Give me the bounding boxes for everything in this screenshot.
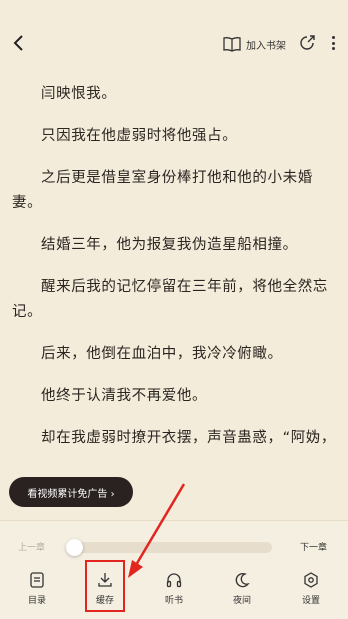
prev-chapter-button[interactable]: 上一章 — [18, 540, 45, 553]
watch-video-ad-free-button[interactable]: 看视频累计免广告 › — [9, 477, 133, 507]
next-chapter-button[interactable]: 下一章 — [300, 540, 327, 553]
headphones-icon — [166, 573, 182, 588]
paragraph: 后来，他倒在血泊中，我冷冷俯瞰。 — [41, 346, 283, 362]
nav-catalog-label: 目录 — [27, 596, 46, 606]
reader-control-panel: 上一章 下一章 目录 缓存 听书 夜间 设置 — [0, 520, 348, 619]
slider-thumb[interactable] — [66, 539, 83, 556]
top-bar: 加入书架 — [0, 0, 348, 64]
chapter-content: 闫映恨我。 只因我在他虚弱时将他强占。 之后更是借皇室身份棒打他和他的小未婚妻。… — [12, 82, 338, 468]
paragraph: 只因我在他虚弱时将他强占。 — [41, 128, 238, 144]
chapter-progress-slider[interactable] — [66, 542, 272, 553]
nav-night-label: 夜间 — [232, 596, 251, 606]
nav-listen[interactable]: 听书 — [149, 569, 199, 613]
add-to-bookshelf-label: 加入书架 — [246, 40, 286, 52]
chapter-progress-row: 上一章 下一章 — [0, 535, 348, 559]
nav-settings-label: 设置 — [301, 596, 320, 606]
catalog-icon — [30, 572, 44, 588]
nav-settings[interactable]: 设置 — [286, 569, 336, 613]
cache-highlight-box — [85, 560, 125, 612]
paragraph: 却在我虚弱时撩开衣摆，声音蛊惑，“阿妫， — [41, 430, 337, 446]
add-to-bookshelf-button[interactable]: 加入书架 — [222, 34, 286, 54]
settings-icon — [304, 572, 318, 588]
paragraph: 他终于认清我不再爱他。 — [41, 388, 208, 404]
paragraph: 闫映恨我。 — [41, 86, 117, 102]
moon-icon — [235, 572, 250, 588]
paragraph: 之后更是借皇室身份棒打他和他的小未婚妻。 — [12, 170, 313, 211]
paragraph: 醒来后我的记忆停留在三年前，将他全然忘记。 — [12, 279, 328, 320]
book-icon — [223, 37, 241, 52]
more-options-icon[interactable] — [324, 34, 342, 52]
share-icon[interactable] — [298, 34, 316, 52]
nav-catalog[interactable]: 目录 — [12, 569, 62, 613]
bottom-nav: 目录 缓存 听书 夜间 设置 — [0, 569, 348, 613]
nav-listen-label: 听书 — [164, 596, 183, 606]
paragraph: 结婚三年，他为报复我伪造星船相撞。 — [41, 237, 298, 253]
back-icon[interactable] — [8, 32, 30, 54]
nav-night-mode[interactable]: 夜间 — [217, 569, 267, 613]
